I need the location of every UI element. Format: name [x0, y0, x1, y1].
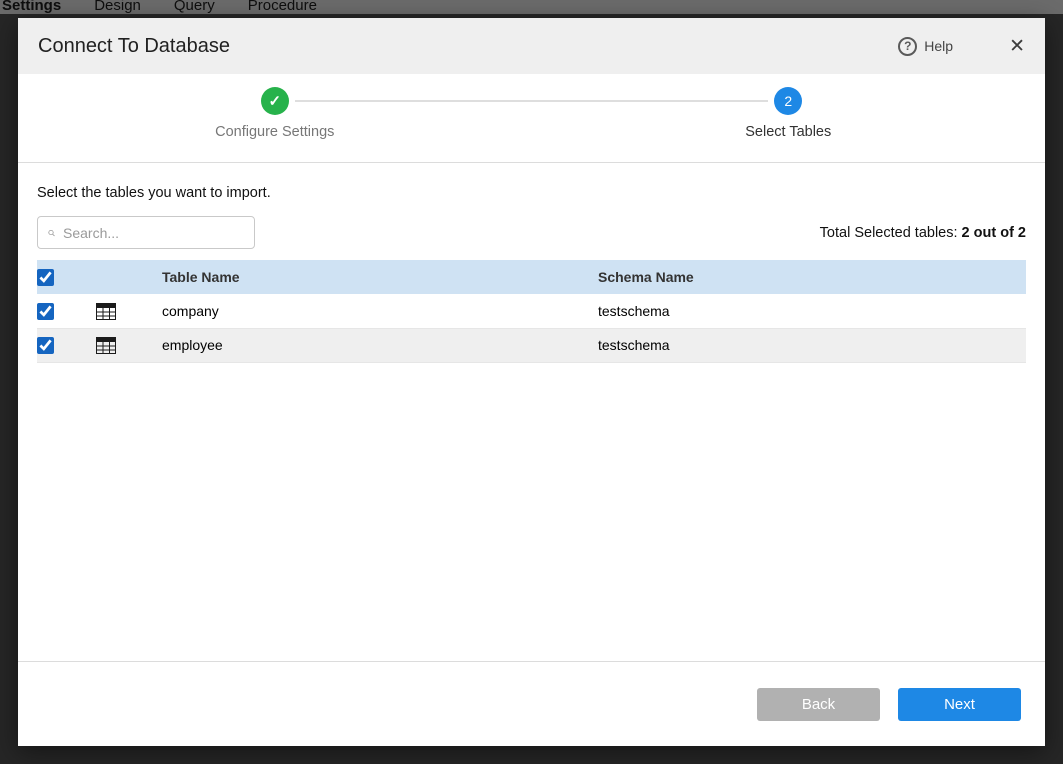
schema-name-cell: testschema [598, 328, 1026, 362]
table-toolbar: Total Selected tables: 2 out of 2 [37, 216, 1026, 249]
column-header-table-name: Table Name [162, 260, 598, 294]
table-icon [96, 303, 116, 320]
step-select-tables-label: Select Tables [745, 124, 831, 140]
tables-list: Table Name Schema Name [37, 260, 1026, 363]
background-tab-query: Query [174, 0, 215, 12]
help-label: Help [924, 38, 953, 54]
row-checkbox[interactable] [37, 337, 54, 354]
dialog-header: Connect To Database ? Help ✕ [18, 18, 1045, 74]
step-select-tables: 2 Select Tables [532, 74, 1046, 162]
background-tab-settings: Settings [2, 0, 61, 12]
column-header-schema-name: Schema Name [598, 260, 1026, 294]
table-icon [96, 337, 116, 354]
table-header-row: Table Name Schema Name [37, 260, 1026, 294]
instruction-text: Select the tables you want to import. [37, 185, 1026, 201]
selection-summary: Total Selected tables: 2 out of 2 [820, 225, 1026, 241]
table-row[interactable]: company testschema [37, 294, 1026, 328]
step-configure-settings: ✓ Configure Settings [18, 74, 532, 162]
table-name-cell: employee [162, 328, 598, 362]
search-box[interactable] [37, 216, 255, 249]
next-button[interactable]: Next [898, 688, 1021, 721]
step-complete-check-icon: ✓ [261, 87, 289, 115]
background-tab-design: Design [94, 0, 141, 12]
table-row[interactable]: employee testschema [37, 328, 1026, 362]
dialog-title: Connect To Database [38, 35, 898, 58]
search-input[interactable] [63, 225, 244, 241]
step-number-badge: 2 [774, 87, 802, 115]
background-tab-bar: Settings Design Query Procedure [0, 0, 1063, 14]
select-all-checkbox[interactable] [37, 269, 54, 286]
help-button[interactable]: ? Help [898, 37, 953, 56]
close-icon[interactable]: ✕ [1009, 37, 1025, 56]
dialog-footer: Back Next [18, 661, 1045, 746]
stepper-connector-line [295, 100, 769, 102]
table-name-cell: company [162, 294, 598, 328]
connect-to-database-dialog: Connect To Database ? Help ✕ ✓ Configure… [18, 18, 1045, 746]
wizard-stepper: ✓ Configure Settings 2 Select Tables [18, 74, 1045, 163]
schema-name-cell: testschema [598, 294, 1026, 328]
dialog-body: Select the tables you want to import. To… [18, 163, 1045, 661]
help-icon: ? [898, 37, 917, 56]
step-configure-settings-label: Configure Settings [215, 124, 334, 140]
row-checkbox[interactable] [37, 303, 54, 320]
background-tab-procedure: Procedure [248, 0, 317, 12]
selection-summary-value: 2 out of 2 [962, 225, 1026, 241]
search-icon [48, 226, 55, 240]
back-button[interactable]: Back [757, 688, 880, 721]
selection-summary-label: Total Selected tables: [820, 225, 958, 241]
